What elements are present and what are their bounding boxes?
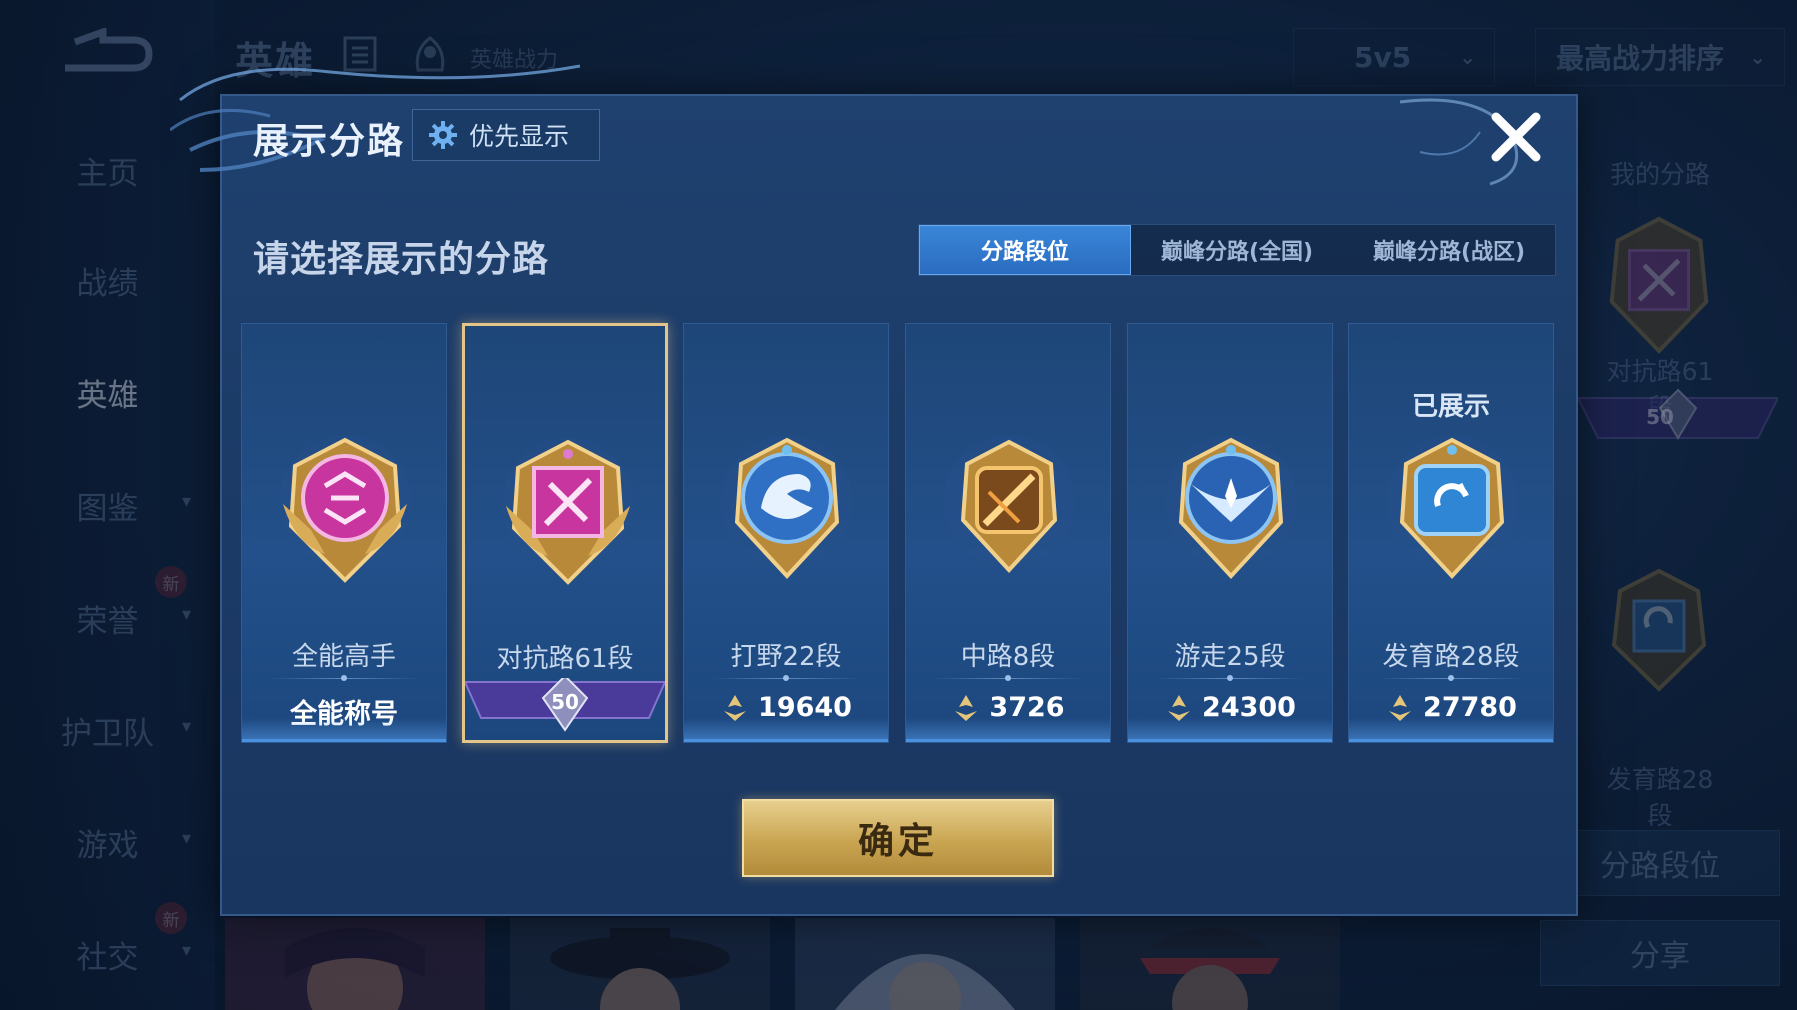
priority-display-label: 优先显示 — [469, 122, 570, 151]
card-divider — [1377, 675, 1525, 681]
close-icon — [1491, 112, 1541, 162]
card-bottom-line — [1349, 739, 1553, 742]
dialog-title: 展示分路 — [253, 121, 406, 162]
card-bottom-line — [1128, 739, 1332, 742]
card-divider — [934, 675, 1082, 681]
confirm-button[interactable]: 确定 — [742, 799, 1054, 877]
lane-card-jungle[interactable]: 打野22段 19640 — [683, 323, 889, 743]
jungle-emblem-icon — [721, 436, 853, 579]
farm-lane-emblem-icon — [1386, 436, 1518, 579]
dialog-subtitle: 请选择展示的分路 — [253, 239, 550, 280]
lane-card-mid[interactable]: 中路8段 3726 — [905, 323, 1111, 743]
close-button[interactable] — [1486, 107, 1546, 167]
card-divider — [712, 675, 860, 681]
lane-card-clash[interactable]: 对抗路61段 50 — [462, 323, 668, 743]
lane-card-label: 游走25段 — [1174, 642, 1286, 672]
all-round-emblem-icon — [279, 436, 411, 583]
clash-lane-emblem-icon — [502, 438, 634, 585]
lane-card-label: 打野22段 — [730, 642, 842, 672]
lane-card-label: 中路8段 — [960, 642, 1056, 672]
lane-card-label: 全能高手 — [291, 642, 396, 672]
mid-lane-emblem-icon — [943, 436, 1075, 573]
tab-lane-rank[interactable]: 分路段位 — [919, 225, 1131, 275]
priority-display-button[interactable]: 优先显示 — [412, 109, 600, 161]
lane-card-roam[interactable]: 游走25段 24300 — [1127, 323, 1333, 743]
lane-card-label: 发育路28段 — [1382, 642, 1520, 672]
gear-icon — [429, 121, 457, 149]
card-divider — [1156, 675, 1304, 681]
card-bottom-line — [906, 739, 1110, 742]
card-bottom-line — [242, 739, 446, 742]
card-bottom-line — [684, 739, 888, 742]
lane-tabs: 分路段位 巅峰分路(全国) 巅峰分路(战区) — [918, 224, 1556, 276]
card-divider — [270, 675, 418, 681]
tab-peak-national[interactable]: 巅峰分路(全国) — [1131, 225, 1343, 275]
displayed-status: 已展示 — [1411, 392, 1490, 422]
roam-emblem-icon — [1165, 436, 1297, 579]
rank-badge-number: 50 — [551, 690, 579, 714]
tab-peak-region[interactable]: 巅峰分路(战区) — [1343, 225, 1555, 275]
lane-card-all-round[interactable]: 全能高手 全能称号 — [241, 323, 447, 743]
lane-card-farm[interactable]: 已展示 发育路28段 27780 — [1348, 323, 1554, 743]
lane-card-label: 对抗路61段 — [496, 644, 634, 674]
